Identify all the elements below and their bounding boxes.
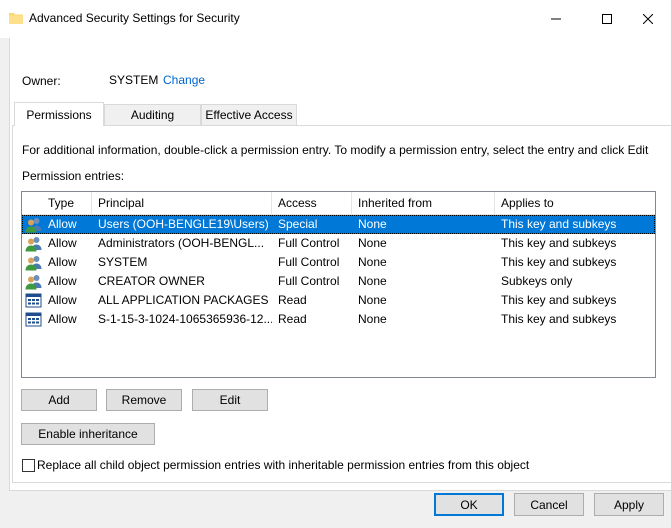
- cell-access: Full Control: [278, 255, 340, 269]
- table-row[interactable]: Allow ALL APPLICATION PACKAGES Read None Thi…: [22, 291, 655, 310]
- app-package-icon: [25, 311, 42, 328]
- column-header-access[interactable]: Access: [272, 192, 352, 214]
- minimize-icon: [551, 18, 561, 20]
- cell-principal: ALL APPLICATION PACKAGES: [98, 293, 269, 307]
- cell-applies-to: This key and subkeys: [501, 217, 617, 231]
- folder-icon: [9, 12, 23, 24]
- ok-button[interactable]: OK: [434, 493, 504, 516]
- cell-principal: S-1-15-3-1024-1065365936-12...: [98, 312, 272, 326]
- tab-auditing-label: Auditing: [130, 108, 175, 122]
- cell-inherited-from: None: [358, 293, 387, 307]
- close-icon: [643, 14, 653, 24]
- cell-type: Allow: [48, 236, 77, 250]
- cell-applies-to: This key and subkeys: [501, 255, 617, 269]
- column-header-type[interactable]: Type: [22, 192, 92, 214]
- table-row[interactable]: Allow CREATOR OWNER Full Control None Subkey…: [22, 272, 655, 291]
- minimize-button[interactable]: [533, 0, 579, 38]
- replace-child-permissions-label: Replace all child object permission entr…: [37, 458, 530, 472]
- column-header-inherited-from[interactable]: Inherited from: [352, 192, 495, 214]
- cell-inherited-from: None: [358, 217, 387, 231]
- tab-effective-access[interactable]: Effective Access: [201, 104, 297, 125]
- cell-access: Full Control: [278, 274, 340, 288]
- owner-label: Owner:: [22, 74, 61, 88]
- remove-button[interactable]: Remove: [106, 389, 182, 411]
- cell-inherited-from: None: [358, 255, 387, 269]
- cell-access: Full Control: [278, 236, 340, 250]
- enable-inheritance-button[interactable]: Enable inheritance: [21, 423, 155, 445]
- cell-inherited-from: None: [358, 312, 387, 326]
- cell-type: Allow: [48, 274, 77, 288]
- column-header-applies-to[interactable]: Applies to: [495, 192, 655, 214]
- table-row[interactable]: Allow Administrators (OOH-BENGL... Full Co…: [22, 234, 655, 253]
- window-title: Advanced Security Settings for Security: [29, 11, 240, 25]
- users-group-icon: [25, 235, 42, 252]
- cell-type: Allow: [48, 217, 77, 231]
- info-text: For additional information, double-click…: [22, 143, 649, 157]
- cell-applies-to: This key and subkeys: [501, 312, 617, 326]
- cell-inherited-from: None: [358, 236, 387, 250]
- cell-principal: Administrators (OOH-BENGL...: [98, 236, 265, 250]
- cell-access: Special: [278, 217, 318, 231]
- cell-principal: SYSTEM: [98, 255, 148, 269]
- column-header-principal[interactable]: Principal: [92, 192, 272, 214]
- change-owner-link[interactable]: Change: [163, 73, 205, 87]
- tab-effective-access-label: Effective Access: [205, 108, 293, 122]
- users-group-icon: [25, 254, 42, 271]
- cell-access: Read: [278, 293, 307, 307]
- app-package-icon: [25, 292, 42, 309]
- cell-inherited-from: None: [358, 274, 387, 288]
- apply-button[interactable]: Apply: [594, 493, 664, 516]
- table-row[interactable]: Allow S-1-15-3-1024-1065365936-12... Read N…: [22, 310, 655, 329]
- cell-applies-to: This key and subkeys: [501, 236, 617, 250]
- close-button[interactable]: [625, 0, 671, 38]
- table-row[interactable]: Allow SYSTEM Full Control None This key and …: [22, 253, 655, 272]
- permission-entries-label: Permission entries:: [22, 169, 125, 183]
- cell-applies-to: This key and subkeys: [501, 293, 617, 307]
- permission-entries-list[interactable]: Type Principal Access Inherited from App…: [21, 191, 656, 378]
- cancel-button[interactable]: Cancel: [514, 493, 584, 516]
- maximize-icon: [602, 14, 612, 24]
- cell-applies-to: Subkeys only: [501, 274, 573, 288]
- cell-type: Allow: [48, 293, 77, 307]
- add-button[interactable]: Add: [21, 389, 97, 411]
- title-bar: Advanced Security Settings for Security: [0, 0, 671, 38]
- table-row[interactable]: Allow Users (OOH-BENGLE19\Users) Special No…: [22, 215, 655, 234]
- list-header: Type Principal Access Inherited from App…: [22, 192, 655, 215]
- tab-permissions[interactable]: Permissions: [14, 102, 104, 126]
- cell-type: Allow: [48, 255, 77, 269]
- replace-child-permissions-checkbox[interactable]: [22, 459, 35, 472]
- tab-auditing[interactable]: Auditing: [104, 104, 201, 125]
- maximize-button[interactable]: [584, 0, 630, 38]
- tab-permissions-label: Permissions: [26, 107, 92, 122]
- owner-value: SYSTEM: [109, 73, 159, 87]
- cell-principal: CREATOR OWNER: [98, 274, 205, 288]
- cell-type: Allow: [48, 312, 77, 326]
- cell-principal: Users (OOH-BENGLE19\Users): [98, 217, 269, 231]
- edit-button[interactable]: Edit: [192, 389, 268, 411]
- users-group-icon: [25, 216, 42, 233]
- users-group-icon: [25, 273, 42, 290]
- cell-access: Read: [278, 312, 307, 326]
